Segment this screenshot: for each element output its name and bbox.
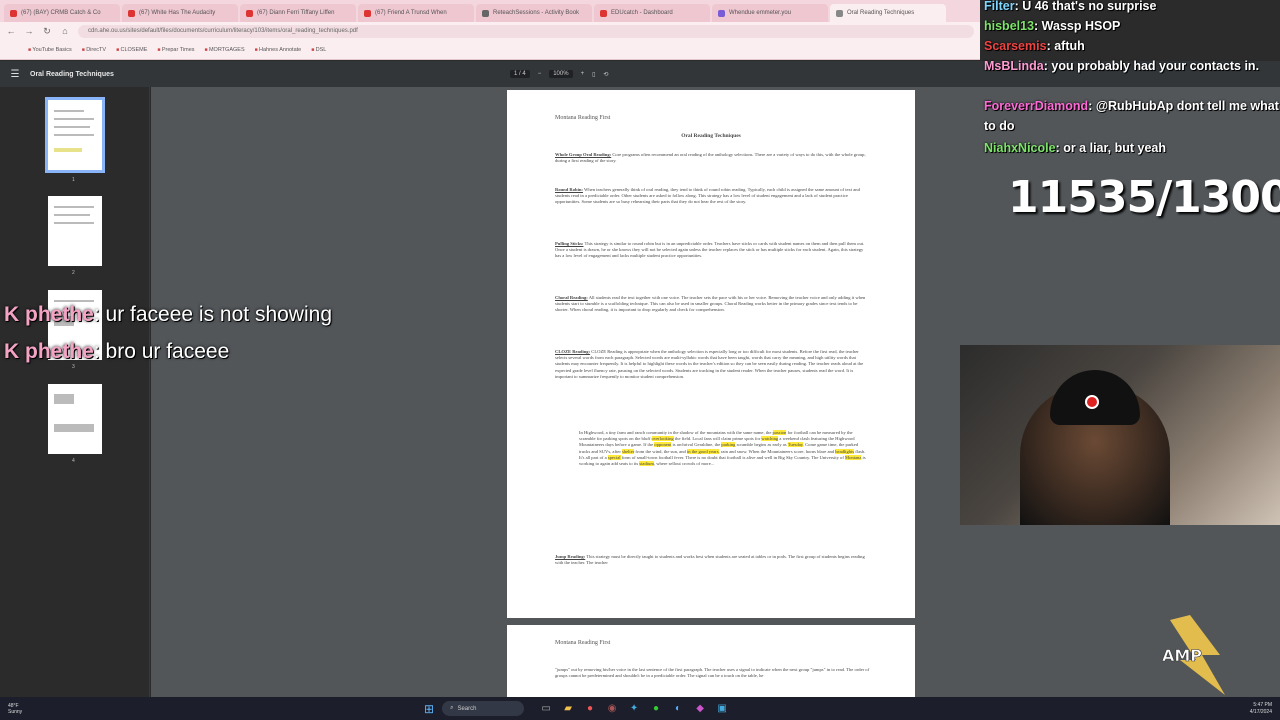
paragraph: Pulling Sticks: This strategy is similar… [555, 241, 865, 259]
rotate-icon[interactable]: ⟲ [603, 71, 608, 78]
fit-page-icon[interactable]: ▯ [592, 71, 595, 78]
taskbar-apps: ▭ ▰ ● ◉ ✦ ● ◐ ◆ ▣ [540, 703, 728, 714]
page-thumbnail[interactable] [48, 384, 102, 454]
goal-counter: 11535/13000 [1008, 172, 1280, 223]
chat-message: Scarsemis: aftuh [984, 39, 1085, 53]
thumbnail-number: 4 [72, 458, 75, 464]
overlay-chat-message: K phethe: bro ur faceee [4, 340, 230, 363]
pdf-title: Oral Reading Techniques [30, 70, 114, 78]
bookmark-item[interactable]: YouTube Basics [28, 47, 71, 53]
example-passage: In Highwood, a tiny farm and ranch commu… [579, 430, 866, 467]
tab-favicon-icon [718, 9, 725, 17]
reload-icon[interactable]: ↻ [42, 26, 52, 37]
pdf-controls: 1 / 4 − 100% + ▯ ⟲ [510, 70, 608, 78]
screen: (67) (BAY) CRMB Catch & Co (67) White Ha… [0, 0, 1280, 720]
tab-favicon-icon [836, 9, 843, 17]
paragraph: Jump Reading: This strategy must be dire… [555, 554, 865, 566]
stream-chat-overlay: Filter: U 46 that's no surprise hisbel13… [980, 0, 1280, 170]
windows-taskbar: 48°F Sunny ⊞ ⌕ Search ▭ ▰ ● ◉ ✦ ● ◐ ◆ ▣ 5:… [0, 697, 1280, 720]
svg-text:AMP: AMP [1162, 646, 1202, 665]
browser-tab-bar: (67) (BAY) CRMB Catch & Co (67) White Ha… [0, 0, 980, 22]
zoom-out-icon[interactable]: − [538, 71, 542, 77]
left-chat-overlay: K phethe: ur faceee is not showing K phe… [4, 296, 334, 370]
bookmark-item[interactable]: DSL [311, 47, 327, 53]
thumbnail-number: 1 [72, 177, 75, 183]
weather-widget[interactable]: 48°F Sunny [8, 703, 68, 715]
zoom-in-icon[interactable]: + [581, 71, 585, 77]
search-icon: ⌕ [450, 705, 454, 711]
tab-favicon-icon [482, 9, 489, 17]
page-thumbnail[interactable] [45, 97, 105, 173]
page-indicator[interactable]: 1 / 4 [510, 70, 530, 78]
amp-logo-icon: AMP [1162, 615, 1225, 695]
bookmark-item[interactable]: DirecTV [82, 47, 106, 53]
file-explorer-icon[interactable]: ▰ [562, 703, 574, 714]
tab-favicon-icon [246, 9, 253, 17]
thumbnail-number: 2 [72, 270, 75, 276]
browser-tab[interactable]: EDUcatch - Dashboard [594, 4, 710, 22]
app-icon[interactable]: ✦ [628, 703, 640, 714]
kick-badge-icon: K [4, 340, 20, 363]
home-icon[interactable]: ⌂ [60, 26, 70, 36]
app-icon[interactable]: ◆ [694, 703, 706, 714]
menu-icon[interactable]: ☰ [0, 69, 30, 80]
page-thumbnail[interactable] [48, 196, 102, 266]
browser-tab[interactable]: (67) Diann Ferri Tiffany Liffen [240, 4, 356, 22]
pdf-page: Montana Reading First "jumps" out by rem… [507, 625, 915, 705]
url-field[interactable]: cdn.ahe.ou.us/sites/default/files/docume… [78, 24, 974, 38]
chat-message: ForeverrDiamond: @RubHubAp dont tell me … [984, 99, 1279, 133]
bookmark-item[interactable]: CLOSEME [116, 47, 147, 53]
zoom-level[interactable]: 100% [549, 70, 573, 78]
overlay-chat-message: K phethe: ur faceee is not showing [4, 303, 332, 326]
tab-favicon-icon [10, 9, 17, 17]
tab-favicon-icon [364, 9, 371, 17]
browser-tab-active[interactable]: Oral Reading Techniques [830, 4, 946, 22]
app-icon[interactable]: ◉ [606, 703, 618, 714]
browser-tab[interactable]: (67) White Has The Audacity [122, 4, 238, 22]
chat-message: NiahxNicole: or a liar, but yeah [984, 141, 1167, 155]
tab-favicon-icon [600, 9, 607, 17]
system-tray-clock[interactable]: 5:47 PM 4/17/2024 [1250, 702, 1272, 716]
paragraph: Choral Reading: All students read the te… [555, 295, 866, 313]
paragraph: CLOZE Reading: CLOZE Reading is appropri… [555, 349, 864, 379]
bookmark-item[interactable]: Prepar Times [157, 47, 195, 53]
windows-start-icon[interactable]: ⊞ [424, 702, 434, 716]
chrome-icon[interactable]: ● [584, 703, 596, 714]
chat-message: hisbel13: Wassp HSOP [984, 19, 1121, 33]
app-icon[interactable]: ▣ [716, 703, 728, 714]
tab-favicon-icon [128, 9, 135, 17]
document-title: Oral Reading Techniques [681, 133, 741, 139]
browser-tab[interactable]: ReteachSessions - Activity Book [476, 4, 592, 22]
bookmarks-bar: YouTube Basics DirecTV CLOSEME Prepar Ti… [0, 40, 980, 60]
paragraph: Whole Group Oral Reading: Core programs … [555, 152, 866, 164]
chat-message: Filter: U 46 that's no surprise [984, 0, 1157, 13]
paragraph: "jumps" out by removing his/her voice in… [555, 667, 870, 679]
browser-tab[interactable]: (67) (BAY) CRMB Catch & Co [4, 4, 120, 22]
pdf-page: Montana Reading First Oral Reading Techn… [507, 90, 915, 618]
bookmark-item[interactable]: Hahnes Annotate [255, 47, 301, 53]
hat-patch [1085, 395, 1099, 409]
webcam-feed [960, 345, 1280, 525]
taskbar-search[interactable]: ⌕ Search [442, 701, 525, 716]
browser-tab[interactable]: Whendue emmeter.you [712, 4, 828, 22]
kick-badge-icon: K [4, 303, 20, 326]
app-icon[interactable]: ◐ [672, 703, 684, 714]
spotify-icon[interactable]: ● [650, 703, 662, 714]
paragraph: Round Robin: When teachers generally thi… [555, 187, 860, 205]
browser-tab[interactable]: (67) Friend A Trunsd When [358, 4, 474, 22]
address-bar-row: ← → ↻ ⌂ cdn.ahe.ou.us/sites/default/file… [0, 22, 980, 40]
back-arrow-icon[interactable]: ← [6, 26, 16, 36]
forward-arrow-icon[interactable]: → [24, 26, 34, 36]
bookmark-item[interactable]: MORTGAGES [205, 47, 245, 53]
task-view-icon[interactable]: ▭ [540, 703, 552, 714]
page-header: Montana Reading First [555, 640, 611, 646]
chat-message: MsBLinda: you probably had your contacts… [984, 59, 1260, 73]
page-header: Montana Reading First [555, 115, 611, 121]
